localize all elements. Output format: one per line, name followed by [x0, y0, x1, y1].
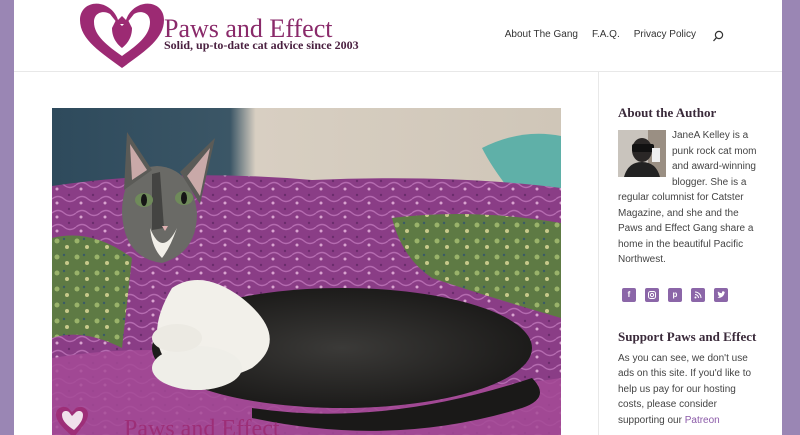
site-logo[interactable]: Paws and Effect Solid, up-to-date cat ad…: [72, 0, 412, 72]
nav-privacy-policy[interactable]: Privacy Policy: [634, 29, 696, 40]
search-icon[interactable]: [712, 30, 724, 42]
nav-about-the-gang[interactable]: About The Gang: [505, 29, 578, 40]
post-content: Paws and Effect: [52, 108, 561, 435]
featured-cat-photo[interactable]: Paws and Effect: [52, 108, 561, 435]
patreon-link[interactable]: Patreon: [685, 415, 720, 426]
sidebar: About the Author JaneA Kelley is a punk …: [618, 106, 758, 428]
author-photo[interactable]: [618, 130, 666, 177]
instagram-icon[interactable]: [645, 287, 659, 302]
author-widget-title: About the Author: [618, 105, 717, 120]
support-text: As you can see, we don't use ads on this…: [618, 351, 758, 429]
support-widget-title: Support Paws and Effect: [618, 328, 757, 344]
social-links: f p: [622, 287, 758, 302]
page: Paws and Effect Solid, up-to-date cat ad…: [14, 0, 782, 435]
logo-tagline: Solid, up-to-date cat advice since 2003: [164, 38, 359, 52]
site-header: Paws and Effect Solid, up-to-date cat ad…: [14, 0, 782, 72]
facebook-icon[interactable]: f: [622, 287, 636, 302]
heart-cat-logo-icon: [80, 3, 164, 69]
sidebar-divider: [598, 72, 599, 435]
nav-faq[interactable]: F.A.Q.: [592, 29, 620, 40]
pinterest-icon[interactable]: p: [668, 287, 682, 302]
main-nav: About The Gang F.A.Q. Privacy Policy: [505, 29, 722, 40]
author-bio: JaneA Kelley is a punk rock cat mom and …: [618, 128, 758, 268]
twitter-icon[interactable]: [714, 287, 728, 302]
watermark-text: Paws and Effect: [124, 416, 280, 435]
rss-icon[interactable]: [691, 287, 705, 302]
